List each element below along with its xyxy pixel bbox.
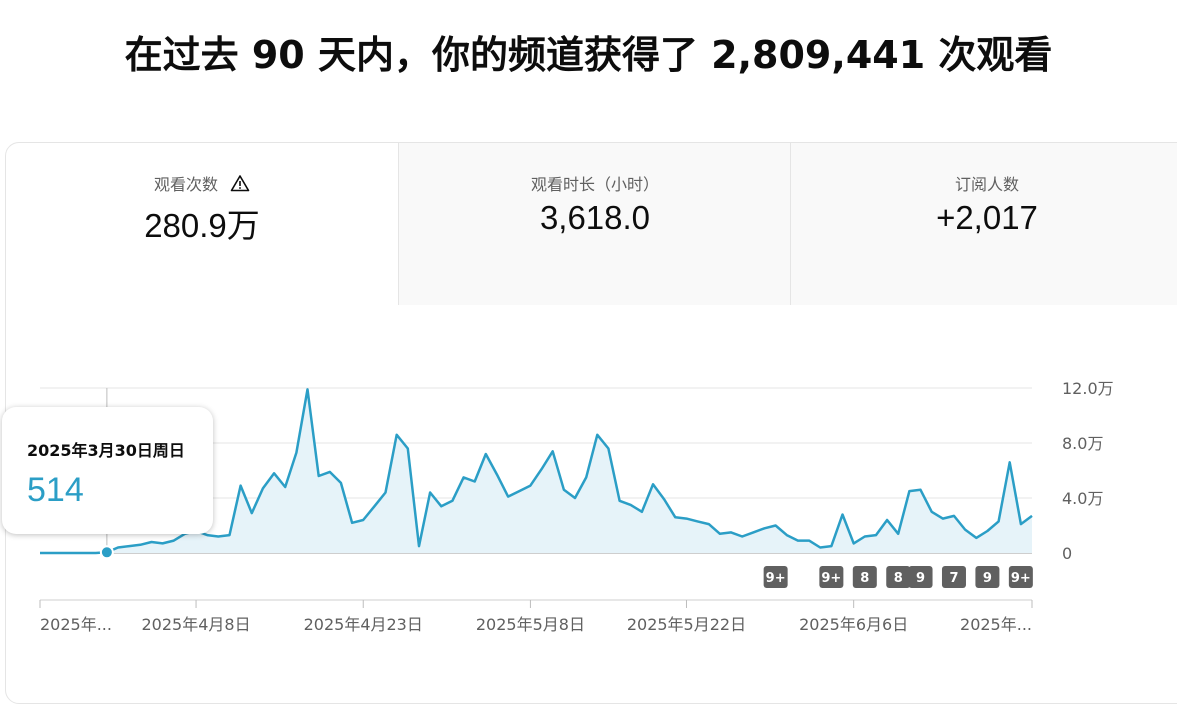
upload-count-badge[interactable]: 9+ <box>764 566 788 588</box>
y-tick-label: 12.0万 <box>1062 379 1114 398</box>
upload-count-badge[interactable]: 9 <box>975 566 999 588</box>
x-tick-label: 2025年5月22日 <box>627 615 746 634</box>
y-tick-label: 8.0万 <box>1062 434 1103 453</box>
badge-label: 8 <box>860 571 869 586</box>
chart-tooltip: 2025年3月30日周日 514 <box>2 407 213 534</box>
y-tick-label: 0 <box>1062 544 1072 563</box>
upload-count-badge[interactable]: 7 <box>942 566 966 588</box>
badge-label: 9+ <box>1011 571 1031 586</box>
x-tick-label: 2025年4月8日 <box>141 615 250 634</box>
y-tick-label: 4.0万 <box>1062 489 1103 508</box>
badge-label: 8 <box>894 571 903 586</box>
x-tick-label: 2025年5月8日 <box>476 615 585 634</box>
upload-count-badge[interactable]: 8 <box>853 566 877 588</box>
upload-count-badge[interactable]: 9+ <box>1009 566 1033 588</box>
badge-label: 9 <box>983 571 992 586</box>
upload-count-badge[interactable]: 9 <box>909 566 933 588</box>
x-tick-label: 2025年4月23日 <box>304 615 423 634</box>
upload-count-badge[interactable]: 9+ <box>819 566 843 588</box>
tooltip-value: 514 <box>27 471 84 510</box>
upload-count-badge[interactable]: 8 <box>886 566 910 588</box>
tooltip-date: 2025年3月30日周日 <box>27 437 185 461</box>
badge-label: 7 <box>949 571 958 586</box>
hover-point <box>101 546 113 558</box>
badge-label: 9+ <box>821 571 841 586</box>
x-tick-label: 2025年... <box>40 615 112 634</box>
views-chart[interactable]: 0 4.0万 8.0万 12.0万 2025年... 2025年4月8日 2025年4月23… <box>0 0 1177 677</box>
x-tick-label: 2025年6月6日 <box>799 615 908 634</box>
badge-label: 9 <box>916 571 925 586</box>
badge-label: 9+ <box>766 571 786 586</box>
x-tick-label: 2025年... <box>960 615 1032 634</box>
